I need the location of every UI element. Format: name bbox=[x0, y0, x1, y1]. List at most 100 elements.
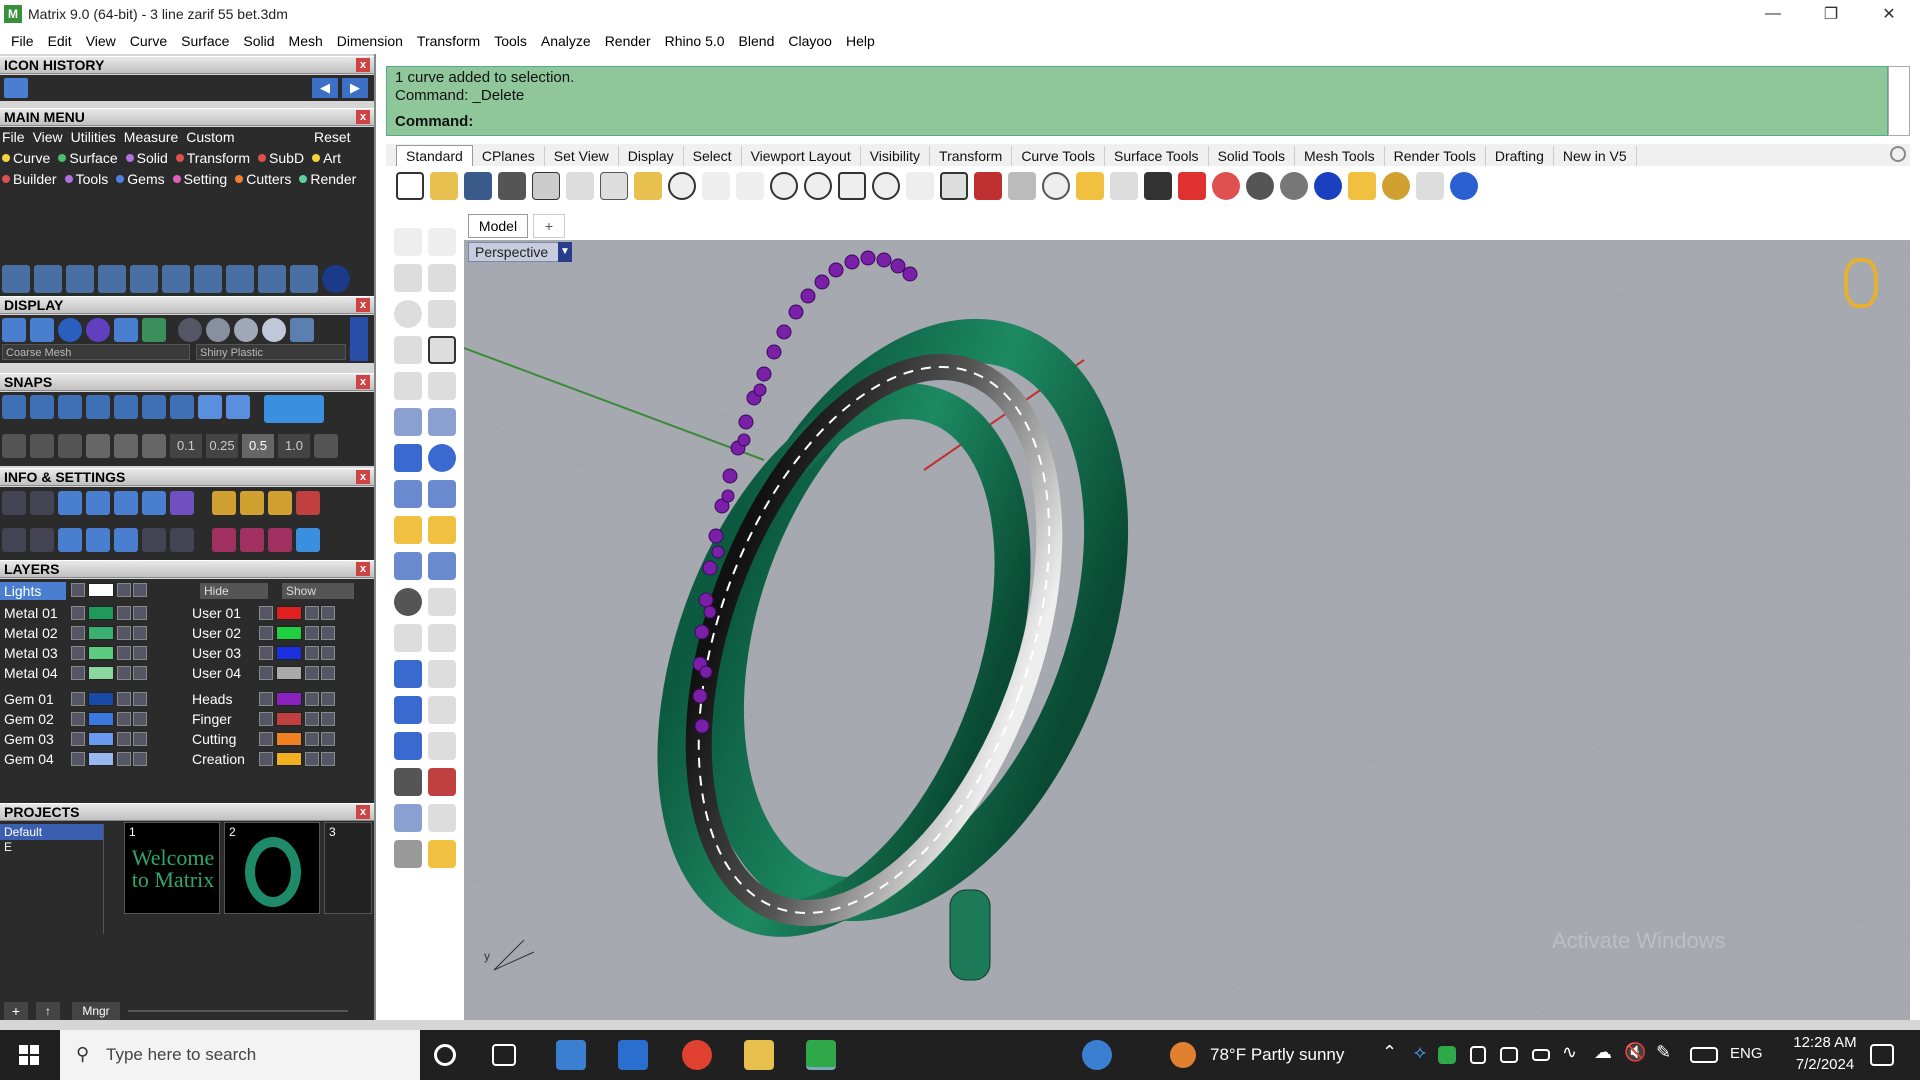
pipe-tool-icon[interactable] bbox=[98, 265, 126, 293]
smarttrack-icon[interactable] bbox=[86, 434, 110, 458]
layer-row[interactable]: User 03 bbox=[188, 643, 336, 663]
tab-new-in-v5[interactable]: New in V5 bbox=[1554, 146, 1637, 166]
layer-row[interactable]: Cutting bbox=[188, 729, 336, 749]
menu-dimension[interactable]: Dimension bbox=[337, 33, 403, 49]
settings-icon[interactable] bbox=[2, 491, 26, 515]
render-sphere-icon[interactable] bbox=[1314, 172, 1342, 200]
display-slider[interactable] bbox=[350, 317, 368, 361]
car-icon[interactable] bbox=[974, 172, 1002, 200]
close-icon[interactable]: x bbox=[356, 110, 370, 124]
menu-mesh[interactable]: Mesh bbox=[289, 33, 323, 49]
menu-surface-item[interactable]: Surface bbox=[58, 150, 118, 166]
menu-view[interactable]: View bbox=[86, 33, 116, 49]
properties-icon[interactable] bbox=[170, 528, 194, 552]
windows-icon[interactable] bbox=[2, 528, 26, 552]
main-menu-custom[interactable]: Custom bbox=[186, 129, 234, 145]
clock-date[interactable]: 7/2/2024 bbox=[1784, 1056, 1866, 1073]
menu-render[interactable]: Render bbox=[605, 33, 651, 49]
wifi-icon[interactable]: ∿ bbox=[1562, 1042, 1577, 1063]
close-icon[interactable]: x bbox=[356, 562, 370, 576]
menu-blend[interactable]: Blend bbox=[739, 33, 775, 49]
snap-tan-icon[interactable] bbox=[198, 395, 222, 419]
main-menu-view[interactable]: View bbox=[33, 129, 63, 145]
tab-display[interactable]: Display bbox=[619, 146, 684, 166]
points-icon[interactable] bbox=[1076, 172, 1104, 200]
tab-visibility[interactable]: Visibility bbox=[861, 146, 931, 166]
snap-value-10[interactable]: 1.0 bbox=[278, 434, 310, 458]
fillet-tool-icon[interactable] bbox=[66, 265, 94, 293]
menu-setting-item[interactable]: Setting bbox=[172, 171, 227, 187]
grid-snap-icon[interactable] bbox=[314, 434, 338, 458]
printer-icon[interactable] bbox=[58, 491, 82, 515]
env-map-icon[interactable] bbox=[290, 318, 314, 342]
menu-cutters-item[interactable]: Cutters bbox=[235, 171, 291, 187]
ortho-icon[interactable] bbox=[58, 434, 82, 458]
grid-toggle-icon[interactable] bbox=[142, 318, 166, 342]
zoom-selected-icon[interactable] bbox=[872, 172, 900, 200]
close-icon[interactable]: x bbox=[356, 375, 370, 389]
restore-button[interactable]: ❐ bbox=[1802, 0, 1860, 28]
transform-icon[interactable] bbox=[394, 516, 422, 544]
rendered-sphere-icon[interactable] bbox=[1280, 172, 1308, 200]
tab-surface-tools[interactable]: Surface Tools bbox=[1105, 146, 1209, 166]
up-arrow-icon[interactable]: ↑ bbox=[36, 1002, 60, 1020]
sphere-plastic-icon[interactable] bbox=[234, 318, 258, 342]
material-select[interactable]: Shiny Plastic bbox=[196, 344, 346, 360]
display-tray-icon[interactable] bbox=[1500, 1047, 1518, 1063]
split-icon[interactable] bbox=[394, 552, 422, 580]
clock-time[interactable]: 12:28 AM bbox=[1784, 1034, 1866, 1051]
tab-solid-tools[interactable]: Solid Tools bbox=[1209, 146, 1296, 166]
menu-surface[interactable]: Surface bbox=[181, 33, 229, 49]
mirror-tool-icon[interactable] bbox=[258, 265, 286, 293]
back-arrow-icon[interactable]: ◀ bbox=[312, 78, 338, 98]
project-scrollbar[interactable] bbox=[128, 1010, 348, 1012]
project-e[interactable]: E bbox=[0, 840, 103, 854]
check-icon[interactable] bbox=[428, 804, 456, 832]
env-icon[interactable] bbox=[114, 318, 138, 342]
lightbulb-icon[interactable] bbox=[1110, 172, 1138, 200]
move-tool-icon[interactable] bbox=[130, 265, 158, 293]
monitor-icon[interactable] bbox=[30, 528, 54, 552]
layer-row[interactable]: User 02 bbox=[188, 623, 336, 643]
layer-row[interactable]: User 04 bbox=[188, 663, 336, 683]
menu-edit[interactable]: Edit bbox=[48, 33, 72, 49]
arc-icon[interactable] bbox=[428, 372, 456, 400]
render-icon[interactable] bbox=[240, 528, 264, 552]
report-icon[interactable] bbox=[296, 491, 320, 515]
four-views-icon[interactable] bbox=[940, 172, 968, 200]
snap-value-01[interactable]: 0.1 bbox=[170, 434, 202, 458]
ring-logo-icon[interactable] bbox=[1844, 258, 1878, 308]
view-icon[interactable] bbox=[240, 491, 264, 515]
chrome-icon[interactable] bbox=[682, 1040, 712, 1070]
tab-viewport-layout[interactable]: Viewport Layout bbox=[742, 146, 861, 166]
boolean-icon[interactable] bbox=[428, 444, 456, 472]
close-button[interactable]: ✕ bbox=[1860, 0, 1918, 28]
magnify-icon[interactable] bbox=[30, 491, 54, 515]
main-menu-measure[interactable]: Measure bbox=[124, 129, 178, 145]
lock-icon[interactable] bbox=[1144, 172, 1172, 200]
snap-quad-icon[interactable] bbox=[226, 395, 250, 419]
print-icon[interactable] bbox=[498, 172, 526, 200]
tab-curve-tools[interactable]: Curve Tools bbox=[1012, 146, 1105, 166]
rendered-icon[interactable] bbox=[86, 318, 110, 342]
menu-curve-item[interactable]: Curve bbox=[2, 150, 50, 166]
hide-button[interactable]: Hide bbox=[200, 583, 268, 599]
main-menu-file[interactable]: File bbox=[2, 129, 25, 145]
project-thumb-2[interactable]: 2 bbox=[224, 822, 320, 914]
cylinder-icon[interactable] bbox=[86, 528, 110, 552]
close-icon[interactable]: x bbox=[356, 58, 370, 72]
close-icon[interactable]: x bbox=[356, 298, 370, 312]
rectangle-icon[interactable] bbox=[428, 336, 456, 364]
tab-cplanes[interactable]: CPlanes bbox=[473, 146, 545, 166]
cloud-icon[interactable]: ☁ bbox=[1594, 1042, 1612, 1063]
menu-art-item[interactable]: Art bbox=[312, 150, 341, 166]
gumball-icon[interactable] bbox=[114, 434, 138, 458]
matrix-tray-icon[interactable] bbox=[1438, 1046, 1456, 1064]
folder-icon[interactable] bbox=[4, 78, 28, 98]
cube-icon[interactable] bbox=[58, 528, 82, 552]
shade-icon[interactable] bbox=[1008, 172, 1036, 200]
rotate-tool-icon[interactable] bbox=[162, 265, 190, 293]
menu-transform[interactable]: Transform bbox=[417, 33, 480, 49]
layer-row[interactable]: Metal 03 bbox=[0, 643, 148, 663]
ghosted-icon[interactable] bbox=[30, 318, 54, 342]
